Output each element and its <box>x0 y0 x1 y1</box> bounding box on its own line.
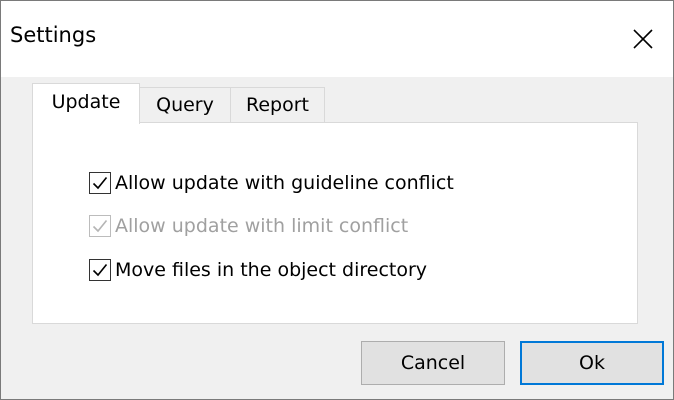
option-move-files[interactable]: Move files in the object directory <box>89 257 427 283</box>
move-files-label: Move files in the object directory <box>115 259 428 281</box>
tab-update-label: Update <box>51 91 121 113</box>
close-button[interactable] <box>613 1 673 77</box>
tab-update[interactable]: Update <box>32 83 140 124</box>
guideline-conflict-label: Allow update with guideline conflict <box>115 172 454 194</box>
check-mark-icon <box>92 263 108 277</box>
tab-report-label: Report <box>246 94 309 116</box>
limit-conflict-checkbox <box>89 215 111 237</box>
tab-query[interactable]: Query <box>139 87 231 123</box>
check-mark-icon <box>92 176 108 190</box>
settings-dialog: Settings Update Query Report Allow updat… <box>0 0 674 400</box>
limit-conflict-label: Allow update with limit conflict <box>115 215 409 237</box>
tab-query-label: Query <box>156 94 214 116</box>
guideline-conflict-checkbox[interactable] <box>89 172 111 194</box>
option-guideline-conflict[interactable]: Allow update with guideline conflict <box>89 170 454 196</box>
title-bar: Settings <box>1 1 673 77</box>
tab-report[interactable]: Report <box>230 87 325 123</box>
move-files-checkbox[interactable] <box>89 259 111 281</box>
update-tab-panel: Allow update with guideline conflict All… <box>32 122 638 324</box>
dialog-title: Settings <box>10 23 97 47</box>
check-mark-icon <box>92 219 108 233</box>
cancel-button[interactable]: Cancel <box>361 341 505 385</box>
ok-button[interactable]: Ok <box>520 341 664 385</box>
close-icon <box>633 29 653 49</box>
option-limit-conflict: Allow update with limit conflict <box>89 213 408 239</box>
